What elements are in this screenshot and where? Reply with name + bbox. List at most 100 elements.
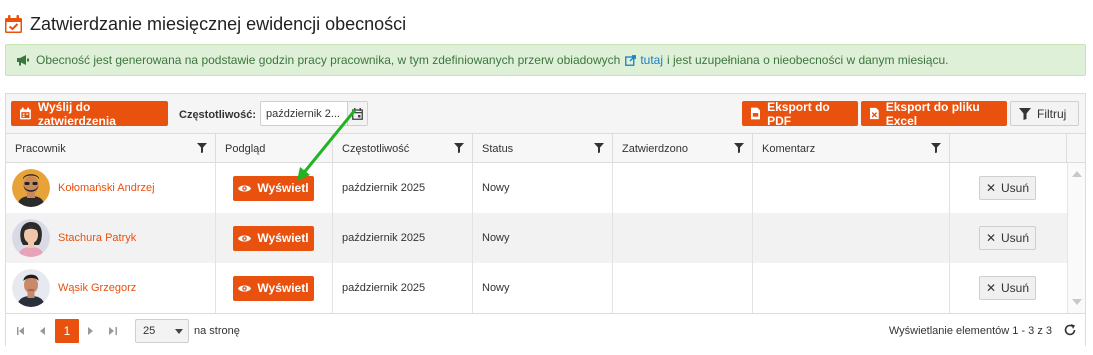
employee-cell: Kołomański Andrzej xyxy=(6,163,216,213)
info-link-label[interactable]: tutaj xyxy=(640,53,663,67)
attendance-grid: Wyślij do zatwierdzenia Częstotliwość: p… xyxy=(5,93,1086,346)
pdf-file-icon xyxy=(751,107,761,120)
export-pdf-button[interactable]: Eksport do PDF xyxy=(742,100,858,128)
current-page-button[interactable]: 1 xyxy=(55,319,79,343)
view-button[interactable]: Wyświetl xyxy=(233,175,314,201)
column-label-frequency: Częstotliwość xyxy=(342,142,410,155)
megaphone-icon xyxy=(17,55,29,66)
column-header-preview[interactable]: Podgląd xyxy=(216,134,333,163)
employee-cell: Stachura Patryk xyxy=(6,213,216,263)
next-page-icon[interactable] xyxy=(83,322,99,340)
approved-cell xyxy=(613,263,753,313)
page-size-select[interactable]: 25 xyxy=(135,319,189,343)
view-button[interactable]: Wyświetl xyxy=(233,225,314,251)
refresh-icon[interactable] xyxy=(1063,323,1077,337)
column-label-approved: Zatwierdzono xyxy=(622,142,689,155)
man-beard-avatar xyxy=(12,169,50,207)
preview-cell: Wyświetl xyxy=(216,213,333,263)
actions-cell: ✕ Usuń xyxy=(950,213,1067,263)
column-label-comment: Komentarz xyxy=(762,142,816,155)
table-row: Wąsik Grzegorz Wyświetl październik 2025… xyxy=(6,263,1067,313)
export-pdf-label[interactable]: Eksport do PDF xyxy=(767,100,849,128)
view-button-label[interactable]: Wyświetl xyxy=(257,231,308,245)
calendar-check-icon xyxy=(5,15,22,33)
view-button[interactable]: Wyświetl xyxy=(233,275,314,301)
employee-name-link[interactable]: Stachura Patryk xyxy=(58,232,136,244)
scroll-down-arrow-icon[interactable] xyxy=(1072,299,1082,305)
last-page-icon[interactable] xyxy=(105,322,121,340)
preview-cell: Wyświetl xyxy=(216,163,333,213)
close-icon: ✕ xyxy=(985,281,997,295)
delete-button-label[interactable]: Usuń xyxy=(1001,281,1029,295)
status-cell: Nowy xyxy=(473,163,613,213)
info-link[interactable]: tutaj xyxy=(625,53,663,67)
status-cell: Nowy xyxy=(473,263,613,313)
delete-button-label[interactable]: Usuń xyxy=(1001,181,1029,195)
frequency-date-picker[interactable]: październik 2... xyxy=(260,101,368,126)
frequency-cell: październik 2025 xyxy=(333,213,473,263)
view-button-label[interactable]: Wyświetl xyxy=(257,181,308,195)
export-excel-label[interactable]: Eksport do pliku Excel xyxy=(886,100,998,128)
delete-button[interactable]: ✕ Usuń xyxy=(979,176,1036,200)
frequency-value[interactable]: październik 2... xyxy=(261,108,347,120)
eye-icon xyxy=(238,285,252,291)
long-hair-avatar xyxy=(12,219,50,257)
column-label-employee: Pracownik xyxy=(15,142,66,155)
preview-cell: Wyświetl xyxy=(216,263,333,313)
column-header-actions xyxy=(950,134,1067,163)
column-header-comment[interactable]: Komentarz xyxy=(753,134,950,163)
man-short-hair-avatar xyxy=(12,269,50,307)
employee-name-link[interactable]: Kołomański Andrzej xyxy=(58,182,155,194)
external-link-icon xyxy=(625,54,637,66)
approved-cell xyxy=(613,163,753,213)
column-filter-icon[interactable] xyxy=(197,143,207,153)
pager: 1 25 na stronę Wyświetlanie elementów 1 … xyxy=(6,313,1085,346)
vertical-scrollbar[interactable] xyxy=(1067,163,1085,313)
page-size-value[interactable]: 25 xyxy=(143,325,155,337)
employee-name-link[interactable]: Wąsik Grzegorz xyxy=(58,282,136,294)
actions-cell: ✕ Usuń xyxy=(950,263,1067,313)
column-header-status[interactable]: Status xyxy=(473,134,613,163)
column-label-preview: Podgląd xyxy=(225,142,266,155)
eye-icon xyxy=(238,235,252,241)
info-text-after: i jest uzupełniana o nieobecności w dany… xyxy=(667,53,949,67)
comment-cell xyxy=(753,263,950,313)
filter-label[interactable]: Filtruj xyxy=(1037,107,1066,121)
status-cell: Nowy xyxy=(473,213,613,263)
calendar-picker-icon[interactable] xyxy=(347,102,367,125)
scroll-up-arrow-icon[interactable] xyxy=(1072,171,1082,177)
column-header-approved[interactable]: Zatwierdzono xyxy=(613,134,753,163)
delete-button[interactable]: ✕ Usuń xyxy=(979,276,1036,300)
first-page-icon[interactable] xyxy=(13,322,29,340)
table-row: Kołomański Andrzej Wyświetl październik … xyxy=(6,163,1067,213)
frequency-cell: październik 2025 xyxy=(333,263,473,313)
chevron-down-icon[interactable] xyxy=(175,329,183,334)
grid-header: Pracownik Podgląd Częstotliwość Status Z… xyxy=(6,134,1085,163)
send-for-approval-button[interactable]: Wyślij do zatwierdzenia xyxy=(11,100,168,128)
approved-cell xyxy=(613,213,753,263)
column-label-status: Status xyxy=(482,142,514,155)
calendar-icon xyxy=(20,107,31,120)
previous-page-icon[interactable] xyxy=(35,322,51,340)
column-filter-icon[interactable] xyxy=(734,143,744,153)
column-header-frequency[interactable]: Częstotliwość xyxy=(333,134,473,163)
eye-icon xyxy=(238,185,252,191)
send-for-approval-label[interactable]: Wyślij do zatwierdzenia xyxy=(38,100,159,128)
export-excel-button[interactable]: Eksport do pliku Excel xyxy=(861,100,1007,128)
pager-info: Wyświetlanie elementów 1 - 3 z 3 xyxy=(888,325,1052,337)
column-filter-icon[interactable] xyxy=(454,143,464,153)
column-header-employee[interactable]: Pracownik xyxy=(6,134,216,163)
comment-cell xyxy=(753,163,950,213)
delete-button[interactable]: ✕ Usuń xyxy=(979,226,1036,250)
column-filter-icon[interactable] xyxy=(931,143,941,153)
info-text-before: Obecność jest generowana na podstawie go… xyxy=(36,53,621,67)
per-page-label: na stronę xyxy=(194,325,240,337)
column-filter-icon[interactable] xyxy=(594,143,604,153)
funnel-icon xyxy=(1019,107,1031,120)
delete-button-label[interactable]: Usuń xyxy=(1001,231,1029,245)
filter-button[interactable]: Filtruj xyxy=(1010,101,1079,126)
grid-toolbar: Wyślij do zatwierdzenia Częstotliwość: p… xyxy=(6,94,1085,134)
close-icon: ✕ xyxy=(985,181,997,195)
view-button-label[interactable]: Wyświetl xyxy=(257,281,308,295)
table-row: Stachura Patryk Wyświetl październik 202… xyxy=(6,213,1067,263)
